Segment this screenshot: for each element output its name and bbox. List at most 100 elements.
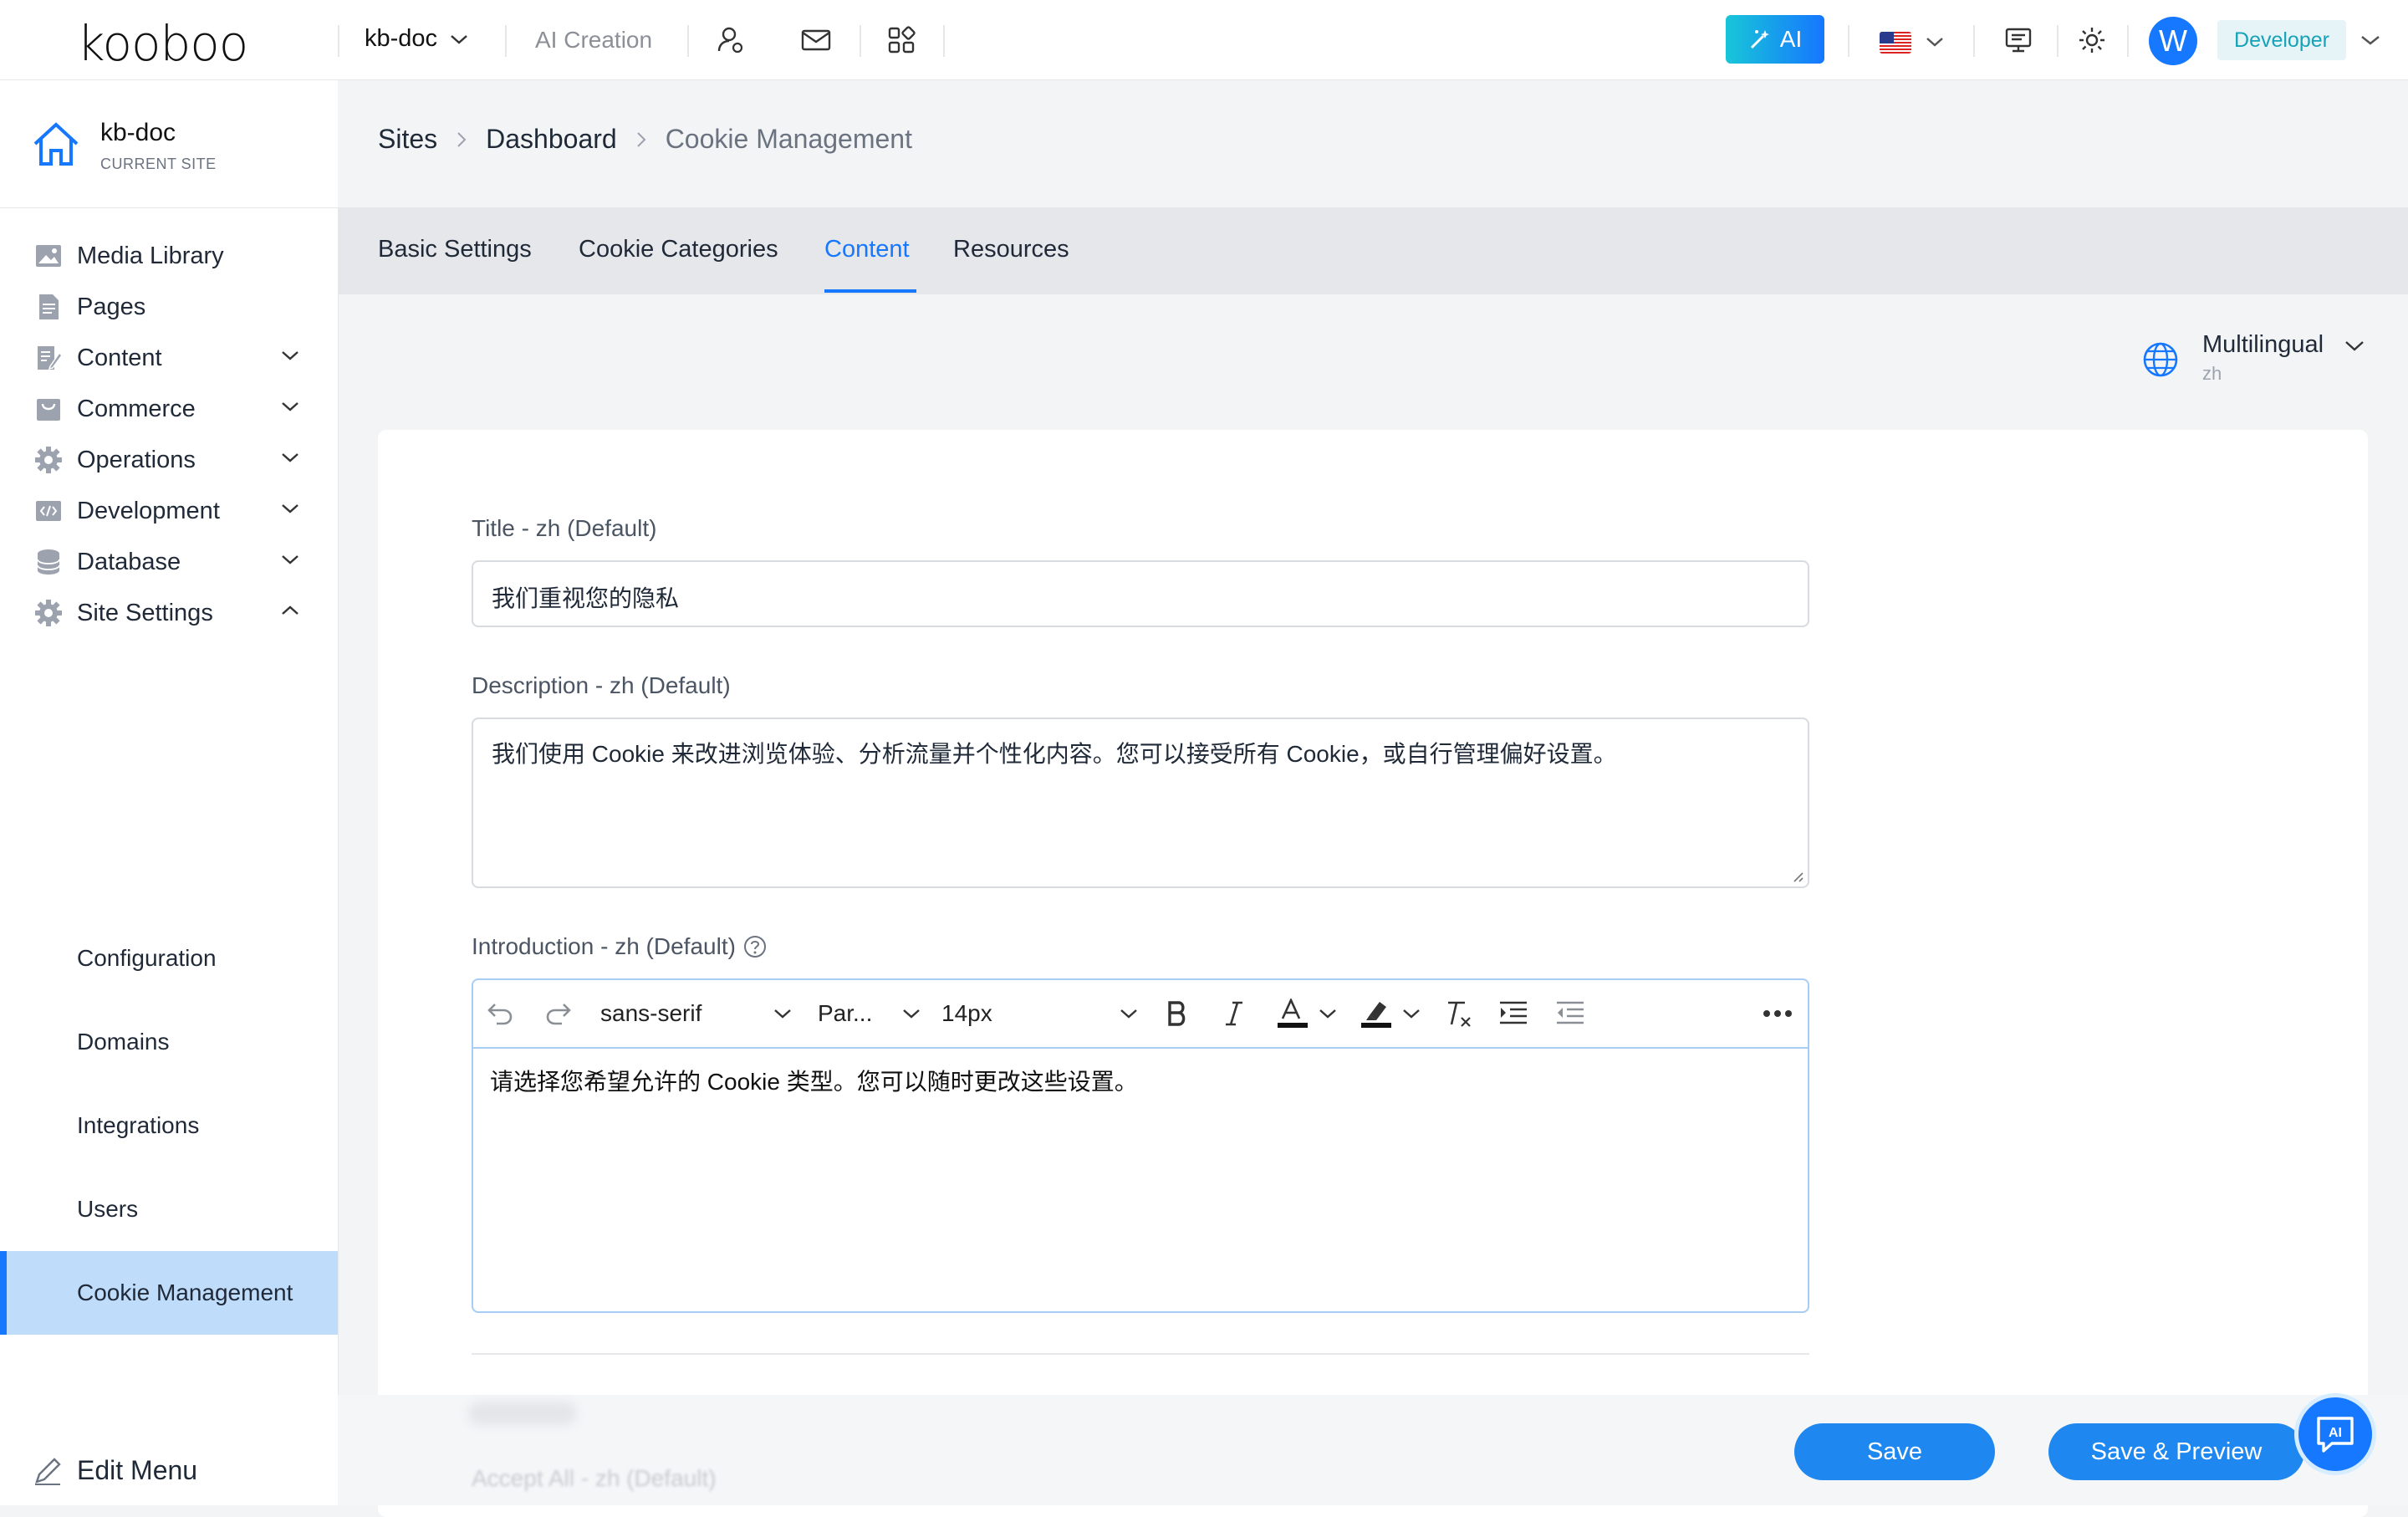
indent-icon[interactable] <box>1498 997 1528 1030</box>
ai-button[interactable]: AI <box>1726 15 1824 64</box>
font-size-select[interactable]: 14px <box>941 997 1139 1030</box>
divider <box>860 25 861 57</box>
chevron-down-icon <box>1120 1009 1137 1019</box>
chevron-down-icon <box>282 555 298 564</box>
developer-role-badge[interactable]: Developer <box>2217 20 2346 60</box>
chevron-down-icon <box>282 504 298 513</box>
introduction-label: Introduction - zh (Default) <box>472 933 736 959</box>
bold-icon[interactable] <box>1164 997 1191 1030</box>
editor-toolbar: sans-serif Par... 14px <box>473 980 1808 1049</box>
monitor-icon[interactable] <box>2002 23 2035 57</box>
block-format-value: Par... <box>818 1000 873 1026</box>
blurred-shadow <box>468 1402 577 1425</box>
italic-icon[interactable] <box>1222 997 1246 1030</box>
more-options-icon[interactable] <box>1763 997 1793 1030</box>
description-label: Description - zh (Default) <box>472 672 731 698</box>
divider <box>687 25 689 57</box>
apps-grid-icon[interactable] <box>885 23 918 57</box>
language-code: zh <box>2202 363 2222 384</box>
text-color-icon[interactable] <box>1276 997 1309 1030</box>
sidebar-subitem-users[interactable]: Users <box>0 1167 338 1251</box>
description-textarea[interactable]: 我们使用 Cookie 来改进浏览体验、分析流量并个性化内容。您可以接受所有 C… <box>472 718 1809 888</box>
highlight-color-icon[interactable] <box>1360 997 1393 1030</box>
edit-menu-button[interactable]: Edit Menu <box>0 1437 338 1505</box>
sidebar-subitem-integrations[interactable]: Integrations <box>0 1084 338 1167</box>
description-textarea-value: 我们使用 Cookie 来改进浏览体验、分析流量并个性化内容。您可以接受所有 C… <box>492 741 1617 767</box>
language-selector[interactable]: Multilingual zh <box>2142 328 2376 395</box>
chevron-up-icon <box>282 605 298 615</box>
title-input[interactable]: 我们重视您的隐私 <box>472 560 1809 627</box>
user-settings-icon[interactable] <box>714 23 747 57</box>
kooboo-logo[interactable]: kooboo <box>77 15 248 72</box>
redo-icon[interactable] <box>543 997 574 1030</box>
top-bar: kooboo kb-doc AI Creation AI W Developer <box>0 0 2408 80</box>
edit-menu-label: Edit Menu <box>77 1455 198 1485</box>
save-and-preview-button[interactable]: Save & Preview <box>2048 1423 2304 1480</box>
ai-creation-link[interactable]: AI Creation <box>535 27 652 54</box>
sidebar-item-label: Site Settings <box>77 599 213 626</box>
sidebar: kb-doc CURRENT SITE Media Library Pages … <box>0 80 339 1505</box>
help-icon[interactable] <box>742 934 768 959</box>
tab-content[interactable]: Content <box>824 236 910 263</box>
sidebar-subitem-domains[interactable]: Domains <box>0 1000 338 1084</box>
divider <box>505 25 507 57</box>
current-site[interactable]: kb-doc CURRENT SITE <box>0 80 338 208</box>
resize-handle-icon[interactable] <box>1791 870 1804 883</box>
active-tab-indicator <box>824 289 916 293</box>
page-header: Sites Dashboard Cookie Management <box>338 80 2408 207</box>
save-button[interactable]: Save <box>1794 1423 1995 1480</box>
pencil-icon <box>35 1458 61 1485</box>
tab-basic-settings[interactable]: Basic Settings <box>378 236 532 263</box>
font-family-select[interactable]: sans-serif <box>600 997 793 1030</box>
divider <box>1848 25 1849 57</box>
sidebar-subitem-label: Domains <box>77 1029 170 1055</box>
chevron-right-icon <box>457 131 467 147</box>
sidebar-subitem-cookie-management[interactable]: Cookie Management <box>0 1251 338 1335</box>
chevron-down-icon[interactable] <box>1318 1007 1338 1020</box>
chevron-down-icon <box>451 34 467 44</box>
us-flag-icon[interactable] <box>1880 32 1911 54</box>
undo-icon[interactable] <box>485 997 515 1030</box>
accept-all-label: Accept All - zh (Default) <box>472 1465 717 1491</box>
chevron-down-icon <box>282 351 298 360</box>
clear-formatting-icon[interactable] <box>1443 997 1473 1030</box>
assistant-label: AI <box>2329 1426 2342 1440</box>
divider <box>472 1353 1809 1355</box>
sidebar-item-site-settings[interactable]: Site Settings <box>0 571 338 655</box>
site-selector[interactable]: kb-doc <box>365 25 469 53</box>
breadcrumb-sites[interactable]: Sites <box>378 124 437 155</box>
chevron-down-icon[interactable] <box>2360 33 2381 47</box>
divider <box>2127 25 2129 57</box>
gear-icon <box>35 600 62 626</box>
font-size-value: 14px <box>941 1000 992 1026</box>
block-format-select[interactable]: Par... <box>818 997 921 1030</box>
sun-theme-icon[interactable] <box>2075 23 2109 57</box>
chevron-down-icon <box>282 402 298 411</box>
breadcrumb: Sites Dashboard Cookie Management <box>378 124 912 155</box>
chevron-down-icon <box>903 1009 920 1019</box>
divider <box>1973 25 1975 57</box>
chevron-down-icon[interactable] <box>1401 1007 1421 1020</box>
divider <box>943 25 945 57</box>
user-avatar[interactable]: W <box>2149 17 2197 65</box>
ai-assistant-button[interactable]: AI <box>2294 1393 2376 1475</box>
title-label: Title - zh (Default) <box>472 515 657 541</box>
mail-icon[interactable] <box>799 23 833 57</box>
ai-button-label: AI <box>1779 26 1803 52</box>
chevron-down-icon <box>774 1009 791 1019</box>
breadcrumb-current: Cookie Management <box>665 124 912 154</box>
sidebar-subitem-label: Configuration <box>77 945 217 971</box>
divider <box>338 25 339 57</box>
sidebar-subitem-configuration[interactable]: Configuration <box>0 917 338 1000</box>
chevron-down-icon[interactable] <box>1925 35 1945 49</box>
language-label: Multilingual <box>2202 331 2324 358</box>
chevron-down-icon <box>282 453 298 462</box>
tab-cookie-categories[interactable]: Cookie Categories <box>579 236 778 263</box>
introduction-rich-text-editor[interactable]: sans-serif Par... 14px 请选择您希望允许的 Cookie … <box>472 978 1809 1313</box>
introduction-label-row: Introduction - zh (Default) <box>472 933 768 960</box>
site-selector-label: kb-doc <box>365 25 438 52</box>
breadcrumb-dashboard[interactable]: Dashboard <box>486 124 617 155</box>
introduction-editor-content[interactable]: 请选择您希望允许的 Cookie 类型。您可以随时更改这些设置。 <box>490 1064 1138 1097</box>
tab-resources[interactable]: Resources <box>953 236 1069 263</box>
outdent-icon[interactable] <box>1555 997 1585 1030</box>
